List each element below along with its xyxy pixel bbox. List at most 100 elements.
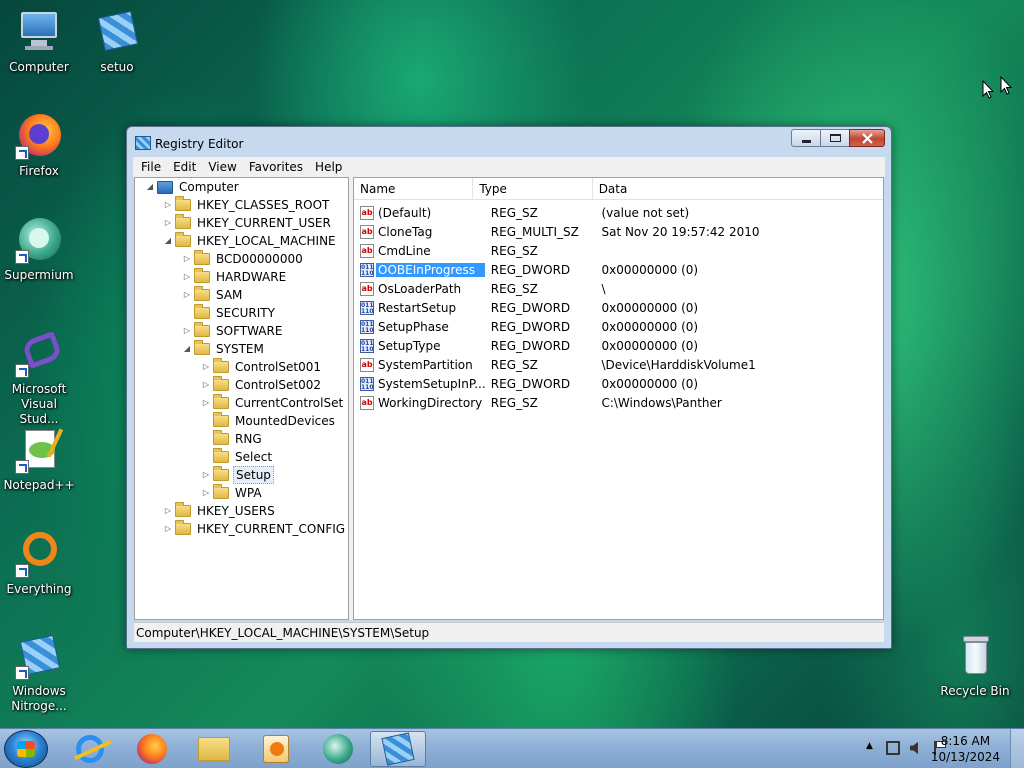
tree-node-bcd[interactable]: ▷ BCD00000000 — [180, 250, 305, 268]
supermium-icon — [323, 734, 353, 764]
expand-icon[interactable]: ▷ — [161, 520, 175, 538]
binary-value-icon: 011 110 — [360, 300, 374, 315]
tree-node-hardware[interactable]: ▷ HARDWARE — [180, 268, 288, 286]
taskbar-media-player[interactable] — [248, 731, 304, 767]
expand-icon[interactable]: ▷ — [199, 484, 213, 502]
close-icon — [862, 133, 873, 144]
taskbar-internet-explorer[interactable] — [62, 731, 118, 767]
collapse-icon[interactable]: ◢ — [161, 232, 175, 250]
value-row-selected[interactable]: 011 110 OOBEInProgress REG_DWORD 0x00000… — [354, 260, 883, 279]
desktop-icon-setuo[interactable]: setuo — [78, 8, 156, 75]
value-row[interactable]: ab CloneTag REG_MULTI_SZ Sat Nov 20 19:5… — [354, 222, 883, 241]
value-row[interactable]: ab (Default) REG_SZ (value not set) — [354, 203, 883, 222]
column-header-type[interactable]: Type — [473, 178, 593, 200]
tree-node-controlset002[interactable]: ▷ ControlSet002 — [199, 376, 323, 394]
desktop-icon-supermium[interactable]: Supermium — [0, 216, 78, 283]
tree-node-system[interactable]: ◢ SYSTEM — [180, 340, 266, 358]
registry-tree[interactable]: ◢ Computer ▷ HKEY_CLASSES_ROOT ▷ HKEY_CU… — [134, 177, 349, 620]
title-bar[interactable]: Registry Editor — [127, 127, 891, 157]
expand-icon[interactable]: ▷ — [161, 502, 175, 520]
desktop-icon-computer[interactable]: Computer — [0, 8, 78, 75]
tree-node-sam[interactable]: ▷ SAM — [180, 286, 244, 304]
maximize-button[interactable] — [820, 129, 850, 147]
collapse-icon[interactable]: ◢ — [143, 178, 157, 196]
menu-file[interactable]: File — [135, 160, 167, 174]
desktop-icon-firefox[interactable]: Firefox — [0, 112, 78, 179]
binary-value-icon: 011 110 — [360, 262, 374, 277]
tree-node-setup[interactable]: ▷ Setup — [199, 466, 274, 484]
tree-node-controlset001[interactable]: ▷ ControlSet001 — [199, 358, 323, 376]
expand-icon[interactable]: ▷ — [199, 376, 213, 394]
taskbar-registry-editor[interactable] — [370, 731, 426, 767]
taskbar-firefox[interactable] — [124, 731, 180, 767]
minimize-button[interactable] — [791, 129, 821, 147]
expand-icon[interactable]: ▷ — [180, 322, 194, 340]
value-row[interactable]: 011 110 RestartSetup REG_DWORD 0x0000000… — [354, 298, 883, 317]
tree-node-wpa[interactable]: ▷ WPA — [199, 484, 264, 502]
registry-editor-window[interactable]: Registry Editor File Edit View Favorites… — [126, 126, 892, 649]
window-title: Registry Editor — [155, 137, 244, 151]
tree-node-mounteddevices[interactable]: MountedDevices — [199, 412, 337, 430]
value-row[interactable]: 011 110 SystemSetupInP... REG_DWORD 0x00… — [354, 374, 883, 393]
folder-icon — [194, 340, 210, 355]
clock-time: 8:16 AM — [940, 734, 991, 748]
expand-icon[interactable]: ▷ — [180, 268, 194, 286]
show-hidden-icons-button[interactable]: ▲ — [866, 741, 873, 751]
tree-node-security[interactable]: SECURITY — [180, 304, 277, 322]
folder-icon — [213, 394, 229, 409]
folder-icon — [213, 430, 229, 445]
folder-icon — [194, 304, 210, 319]
value-row[interactable]: ab CmdLine REG_SZ — [354, 241, 883, 260]
collapse-icon[interactable]: ◢ — [180, 340, 194, 358]
desktop-icon-windows-nitrogen[interactable]: Windows Nitroge... — [0, 632, 78, 714]
registry-editor-icon — [135, 136, 151, 150]
expand-icon[interactable]: ▷ — [199, 466, 213, 484]
desktop-icon-notepadpp[interactable]: Notepad++ — [0, 426, 78, 493]
close-button[interactable] — [849, 129, 885, 147]
value-row[interactable]: ab SystemPartition REG_SZ \Device\Harddi… — [354, 355, 883, 374]
column-header-name[interactable]: Name — [354, 178, 474, 200]
menu-help[interactable]: Help — [309, 160, 348, 174]
tree-node-select[interactable]: Select — [199, 448, 274, 466]
volume-muted-icon[interactable]: x — [910, 742, 918, 754]
start-button[interactable] — [4, 730, 48, 768]
value-row[interactable]: ab OsLoaderPath REG_SZ \ — [354, 279, 883, 298]
expand-icon[interactable]: ▷ — [161, 196, 175, 214]
string-value-icon: ab — [360, 205, 374, 220]
tree-node-computer[interactable]: ◢ Computer — [143, 178, 241, 196]
tree-node-hkey-local-machine[interactable]: ◢ HKEY_LOCAL_MACHINE — [161, 232, 338, 250]
computer-icon — [15, 8, 63, 56]
binary-value-icon: 011 110 — [360, 319, 374, 334]
taskbar-supermium[interactable] — [310, 731, 366, 767]
tree-node-hkey-users[interactable]: ▷ HKEY_USERS — [161, 502, 277, 520]
string-value-icon: ab — [360, 224, 374, 239]
desktop-icon-everything[interactable]: Everything — [0, 530, 78, 597]
tree-node-hkey-current-config[interactable]: ▷ HKEY_CURRENT_CONFIG — [161, 520, 347, 538]
column-header-data[interactable]: Data — [593, 178, 883, 200]
desktop-icon-visual-studio[interactable]: Microsoft Visual Stud... — [0, 330, 78, 427]
tree-node-hkey-current-user[interactable]: ▷ HKEY_CURRENT_USER — [161, 214, 333, 232]
list-header: Name Type Data — [354, 178, 883, 200]
expand-icon[interactable]: ▷ — [161, 214, 175, 232]
tree-node-software[interactable]: ▷ SOFTWARE — [180, 322, 284, 340]
value-row[interactable]: 011 110 SetupType REG_DWORD 0x00000000 (… — [354, 336, 883, 355]
tree-node-hkey-classes-root[interactable]: ▷ HKEY_CLASSES_ROOT — [161, 196, 331, 214]
menu-view[interactable]: View — [202, 160, 242, 174]
desktop-icon-recycle-bin[interactable]: Recycle Bin — [936, 632, 1014, 699]
tree-node-currentcontrolset[interactable]: ▷ CurrentControlSet — [199, 394, 345, 412]
expand-icon[interactable]: ▷ — [199, 394, 213, 412]
expand-icon[interactable]: ▷ — [180, 286, 194, 304]
value-row[interactable]: ab WorkingDirectory REG_SZ C:\Windows\Pa… — [354, 393, 883, 412]
clock[interactable]: 8:16 AM 10/13/2024 — [931, 733, 1000, 765]
tree-node-rng[interactable]: RNG — [199, 430, 264, 448]
expand-icon[interactable]: ▷ — [199, 358, 213, 376]
menu-edit[interactable]: Edit — [167, 160, 202, 174]
media-player-icon — [263, 735, 289, 763]
expand-icon[interactable]: ▷ — [180, 250, 194, 268]
show-desktop-button[interactable] — [1010, 729, 1024, 768]
taskbar-file-explorer[interactable] — [186, 731, 242, 767]
value-row[interactable]: 011 110 SetupPhase REG_DWORD 0x00000000 … — [354, 317, 883, 336]
menu-favorites[interactable]: Favorites — [243, 160, 309, 174]
network-icon[interactable] — [886, 741, 900, 755]
values-list[interactable]: Name Type Data ab (Default) REG_SZ (valu… — [353, 177, 884, 620]
